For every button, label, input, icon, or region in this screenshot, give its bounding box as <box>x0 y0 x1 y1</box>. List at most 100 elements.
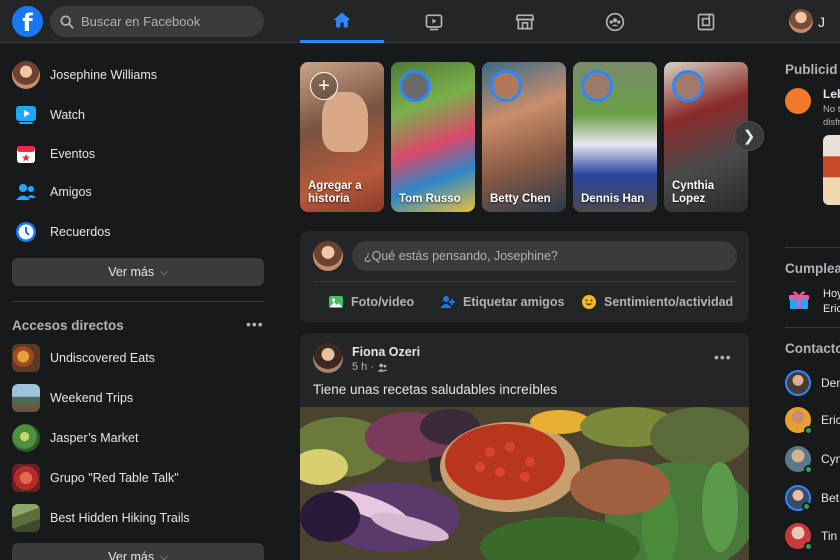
search-input[interactable] <box>81 14 251 29</box>
facebook-logo[interactable]: f <box>12 6 43 37</box>
composer-input[interactable]: ¿Qué estás pensando, Josephine? <box>352 241 737 271</box>
birthday-text[interactable]: Eric <box>823 303 840 315</box>
story-card[interactable]: Betty Chen <box>482 62 566 212</box>
vegetables-photo <box>300 407 749 560</box>
avatar <box>785 407 813 435</box>
friends-audience-icon <box>377 363 388 372</box>
create-story-label: Agregar a historia <box>308 180 362 205</box>
watch-icon <box>425 14 443 30</box>
shortcut-label: Weekend Trips <box>50 391 134 405</box>
contact-item[interactable]: Eric <box>785 405 840 435</box>
photo-video-button[interactable]: Foto/video <box>327 289 414 315</box>
post-image[interactable] <box>300 407 749 560</box>
story-author: Betty Chen <box>490 193 551 205</box>
shortcut-thumbnail <box>12 464 40 492</box>
more-options-icon[interactable]: ••• <box>246 316 264 332</box>
story-author: Dennis Han <box>581 193 645 205</box>
story-photo <box>322 92 368 152</box>
tab-home[interactable] <box>300 0 384 43</box>
feeling-activity-button[interactable]: Sentimiento/actividad <box>580 289 733 315</box>
post-options-icon[interactable]: ••• <box>714 349 732 365</box>
contact-item[interactable]: Tin <box>785 521 840 551</box>
sidebar-item-profile[interactable]: Josephine Williams <box>12 58 264 92</box>
emoji-icon <box>580 294 597 311</box>
birthday-text: Hoy <box>823 288 840 300</box>
ad-image[interactable] <box>823 135 840 205</box>
shortcut-label: Best Hidden Hiking Trails <box>50 511 190 525</box>
story-card[interactable]: Tom Russo <box>391 62 475 212</box>
shortcut-label: Jasper’s Market <box>50 431 139 445</box>
see-more-shortcuts-button[interactable]: Ver más ⌵ <box>12 543 264 560</box>
right-sidebar: Publicid Leb No t disfr Cumplea Hoy Eric… <box>775 43 840 560</box>
contact-name: Tin <box>821 529 838 543</box>
search-box[interactable] <box>50 6 264 37</box>
sidebar-item-label: Eventos <box>50 147 96 161</box>
contact-item[interactable]: Cyn <box>785 444 840 474</box>
birthdays-title: Cumplea <box>785 261 840 276</box>
contact-name: Cyn <box>821 452 840 466</box>
divider <box>785 327 840 328</box>
avatar <box>581 70 613 102</box>
sidebar-item-friends[interactable]: Amigos <box>12 175 264 209</box>
contacts-title: Contacto <box>785 341 840 356</box>
online-indicator <box>804 465 813 474</box>
action-label: Foto/video <box>351 295 415 309</box>
stories-next-button[interactable]: ❯ <box>734 121 764 151</box>
clock-icon <box>12 218 40 246</box>
shortcut-item[interactable]: Weekend Trips <box>12 381 264 415</box>
shortcut-item[interactable]: Grupo "Red Table Talk" <box>12 461 264 495</box>
see-more-button[interactable]: Ver más ⌵ <box>12 258 264 286</box>
avatar <box>313 241 343 271</box>
post-author[interactable]: Fiona Ozeri <box>352 345 420 359</box>
avatar <box>12 61 40 89</box>
sidebar-item-label: Recuerdos <box>50 225 111 239</box>
shortcut-item[interactable]: Jasper’s Market <box>12 421 264 455</box>
avatar <box>785 485 811 511</box>
gaming-icon <box>697 13 715 30</box>
user-avatar[interactable] <box>789 9 813 33</box>
divider <box>785 247 840 248</box>
tag-friends-button[interactable]: Etiquetar amigos <box>439 289 564 315</box>
tab-groups[interactable] <box>573 0 657 43</box>
divider <box>12 301 264 302</box>
avatar[interactable] <box>313 343 343 373</box>
avatar <box>785 370 811 396</box>
create-story-card[interactable]: + Agregar a historia <box>300 62 384 212</box>
post-time-label: 5 h · <box>352 361 375 373</box>
contact-name: Eric <box>821 413 840 427</box>
sponsor-name[interactable]: Leb <box>823 87 840 101</box>
shortcut-thumbnail <box>12 344 40 372</box>
tab-watch[interactable] <box>392 0 476 43</box>
action-label: Sentimiento/actividad <box>604 295 734 309</box>
sidebar-item-label: Watch <box>50 108 85 122</box>
contact-item[interactable]: Den <box>785 368 840 398</box>
user-short-name[interactable]: J <box>818 14 825 30</box>
action-label: Etiquetar amigos <box>463 295 565 309</box>
sidebar-item-memories[interactable]: Recuerdos <box>12 215 264 249</box>
post-text: Tiene unas recetas saludables increíbles <box>313 382 558 397</box>
online-indicator <box>804 542 813 551</box>
shortcut-thumbnail <box>12 504 40 532</box>
friends-icon <box>12 178 40 206</box>
shortcut-item[interactable]: Best Hidden Hiking Trails <box>12 501 264 535</box>
shortcut-label: Grupo "Red Table Talk" <box>50 471 179 485</box>
story-card[interactable]: Dennis Han <box>573 62 657 212</box>
sponsor-logo[interactable] <box>785 88 811 114</box>
avatar <box>785 523 813 551</box>
profile-name: Josephine Williams <box>50 68 157 82</box>
watch-icon <box>12 101 40 129</box>
home-icon <box>333 12 351 28</box>
contact-item[interactable]: Bet <box>785 483 840 513</box>
tab-gaming[interactable] <box>664 0 748 43</box>
sidebar-item-watch[interactable]: Watch <box>12 98 264 132</box>
sidebar-item-events[interactable]: Eventos <box>12 137 264 171</box>
gift-icon <box>788 289 810 316</box>
shortcut-item[interactable]: Undiscovered Eats <box>12 341 264 375</box>
search-icon <box>60 14 74 29</box>
see-more-label: Ver más <box>108 550 155 560</box>
sponsor-subtitle: disfr <box>823 117 840 128</box>
post-timestamp[interactable]: 5 h · <box>352 361 388 373</box>
sponsor-subtitle: No t <box>823 104 840 115</box>
tab-marketplace[interactable] <box>483 0 567 43</box>
stories-tray: + Agregar a historia Tom Russo Betty Che… <box>300 62 750 212</box>
